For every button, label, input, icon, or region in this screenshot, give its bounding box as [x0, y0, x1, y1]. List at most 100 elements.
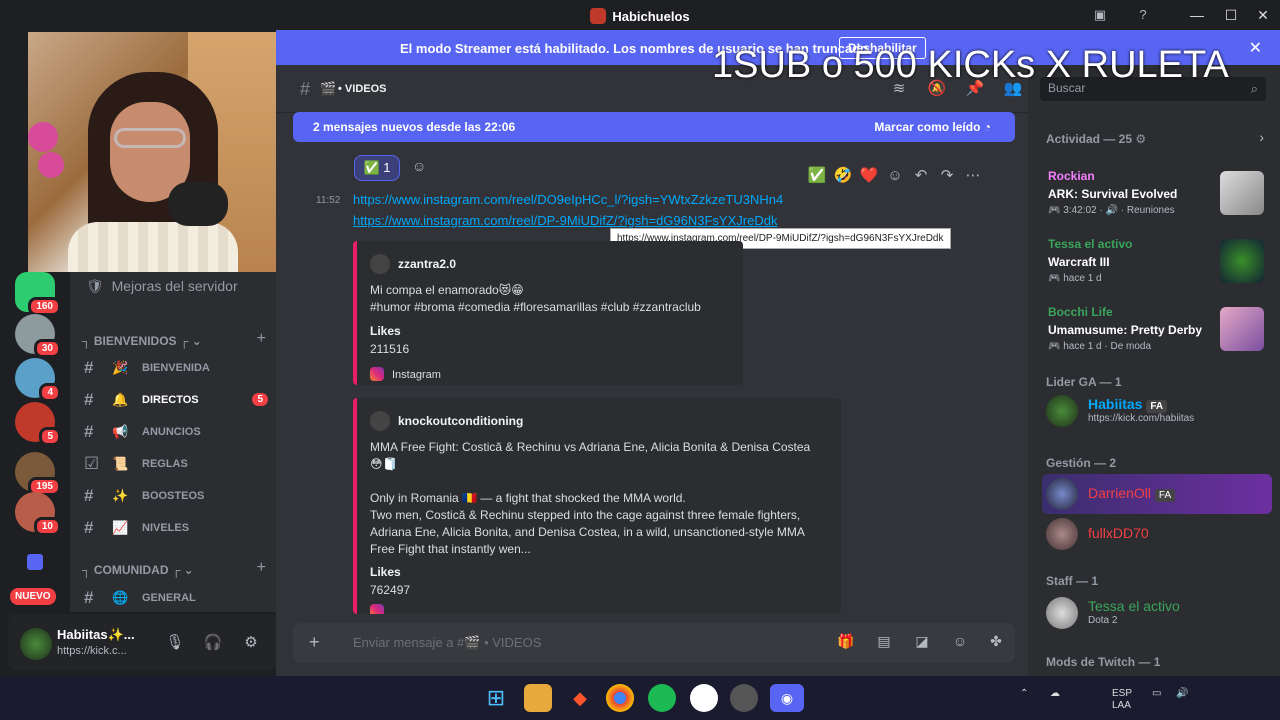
- server-logo-icon: [590, 8, 607, 24]
- server-boosts-link[interactable]: 🛡 Mejoras del servidor: [86, 278, 238, 295]
- emoji-icon[interactable]: ☺: [949, 633, 971, 653]
- brave-browser-icon[interactable]: ◆: [566, 684, 594, 712]
- gear-icon[interactable]: ⚙: [240, 632, 262, 654]
- server-icon[interactable]: 195: [15, 452, 61, 496]
- headphones-icon[interactable]: 🎧: [202, 632, 224, 654]
- help-icon[interactable]: ?: [1133, 6, 1153, 24]
- hash-icon: #: [84, 486, 94, 505]
- role-header: Lider GA — 1: [1046, 375, 1122, 389]
- server-badge: 10: [33, 517, 61, 536]
- forward-icon[interactable]: ↷: [934, 166, 960, 184]
- channel-general[interactable]: # 🌐 GENERAL: [78, 584, 270, 612]
- avatar: [1046, 518, 1078, 550]
- apps-icon[interactable]: ✤: [985, 633, 1007, 653]
- channel-anuncios[interactable]: # 📢 ANUNCIOS: [78, 418, 270, 446]
- embed-author[interactable]: zzantra2.0: [370, 254, 456, 274]
- activity-header[interactable]: Actividad — 25 ⚙: [1046, 132, 1146, 146]
- windows-start-icon[interactable]: ⊞: [482, 684, 510, 712]
- chrome-icon[interactable]: [606, 684, 634, 712]
- unread-badge: 5: [252, 393, 268, 406]
- language-indicator[interactable]: ESP LAA: [1112, 688, 1132, 712]
- maximize-button[interactable]: ☐: [1216, 5, 1246, 25]
- category-bienvenidos[interactable]: ┐ BIENVENIDOS ┌ ⌄: [82, 334, 202, 348]
- member-item[interactable]: fullxDD70: [1046, 514, 1266, 554]
- game-thumbnail: [1220, 307, 1264, 351]
- stream-overlay-text: 1SUB o 500 KICKs X RULETA: [712, 44, 1229, 86]
- embed-author[interactable]: knockoutconditioning: [370, 411, 523, 431]
- instagram-link[interactable]: https://www.instagram.com/reel/DP-9MiUDi…: [353, 213, 777, 228]
- check-reaction-icon[interactable]: ✅: [804, 166, 830, 184]
- spotify-icon[interactable]: [648, 684, 676, 712]
- channel-reglas[interactable]: ☑ 📜 REGLAS: [78, 450, 270, 478]
- volume-icon[interactable]: 🔊: [1176, 688, 1188, 699]
- more-icon[interactable]: ⋯: [960, 166, 986, 184]
- server-badge: 30: [33, 339, 61, 358]
- message-actions: ✅ 🤣 ❤️ ☺ ↶ ↷ ⋯: [804, 166, 1004, 194]
- message-input[interactable]: Enviar mensaje a #🎬 • VIDEOS: [353, 635, 541, 651]
- heart-reaction-icon[interactable]: ❤️: [856, 166, 882, 184]
- hash-icon: #: [84, 422, 94, 441]
- avatar[interactable]: [20, 628, 52, 660]
- new-messages-bar[interactable]: 2 mensajes nuevos desde las 22:06 Marcar…: [293, 112, 1015, 142]
- mark-as-read-button[interactable]: Marcar como leído ◔: [874, 120, 991, 134]
- member-item[interactable]: Tessa el activo Dota 2: [1046, 593, 1266, 633]
- server-badge: 4: [39, 383, 61, 402]
- reaction-pill[interactable]: ✅ 1: [354, 155, 400, 181]
- close-window-button[interactable]: ✕: [1248, 5, 1278, 25]
- user-status: https://kick.c...: [57, 645, 127, 657]
- member-sidebar: Buscar ⌕ Actividad — 25 ⚙ › Rockian ARK: …: [1028, 65, 1280, 676]
- instagram-link[interactable]: https://www.instagram.com/reel/DO9eIpHCc…: [353, 192, 783, 207]
- server-icon[interactable]: 30: [15, 314, 61, 358]
- add-reaction-icon[interactable]: ☺: [882, 167, 908, 184]
- folder-icon[interactable]: [27, 554, 43, 570]
- microphone-icon[interactable]: 🎙: [164, 632, 186, 654]
- clapper-icon: 🎬: [320, 81, 337, 96]
- server-icon[interactable]: 10: [15, 492, 61, 536]
- app-icon[interactable]: [730, 684, 758, 712]
- sticker-icon[interactable]: ◪: [911, 633, 933, 653]
- laugh-reaction-icon[interactable]: 🤣: [830, 166, 856, 184]
- channel-niveles[interactable]: # 📈 NIVELES: [78, 514, 270, 542]
- cloud-icon[interactable]: ☁: [1050, 688, 1060, 699]
- category-comunidad[interactable]: ┐ COMUNIDAD ┌ ⌄: [82, 563, 194, 577]
- add-channel-icon[interactable]: +: [257, 559, 266, 577]
- channel-sidebar: 🛡 Mejoras del servidor ┐ BIENVENIDOS ┌ ⌄…: [70, 272, 276, 612]
- avatar: [1046, 395, 1078, 427]
- add-reaction-icon[interactable]: ☺: [412, 158, 432, 178]
- obs-icon[interactable]: [690, 684, 718, 712]
- server-icon[interactable]: 5: [15, 402, 61, 446]
- chevron-up-icon[interactable]: ⌃: [1020, 688, 1028, 699]
- minimize-button[interactable]: —: [1182, 5, 1212, 25]
- discord-icon[interactable]: ◉: [770, 684, 804, 712]
- hash-icon: #: [300, 79, 311, 99]
- game-thumbnail: [1220, 171, 1264, 215]
- taskbar: ⊞ ◆ ◉ ⌃ ☁ ESP LAA ▭ 🔊: [0, 676, 1280, 720]
- close-banner-icon[interactable]: ✕: [1249, 38, 1262, 58]
- server-icon[interactable]: 160: [15, 272, 61, 316]
- activity-card[interactable]: Bocchi Life Umamusume: Pretty Derby 🎮 ha…: [1038, 299, 1272, 359]
- network-icon[interactable]: ▭: [1152, 688, 1161, 699]
- title-bar: Habichuelos ▣ ? — ☐ ✕: [0, 0, 1280, 30]
- reply-icon[interactable]: ↶: [908, 166, 934, 184]
- file-explorer-icon[interactable]: [524, 684, 552, 712]
- username[interactable]: Habiitas✨...: [57, 627, 135, 643]
- channel-bienvenida[interactable]: # 🎉 BIENVENIDA: [78, 354, 270, 382]
- member-item[interactable]: DarrienOll FA: [1042, 474, 1272, 514]
- server-icon[interactable]: 4: [15, 358, 61, 402]
- avatar: [370, 254, 390, 274]
- gif-icon[interactable]: ▤: [873, 633, 895, 653]
- inbox-icon[interactable]: ▣: [1090, 6, 1110, 24]
- gift-icon[interactable]: 🎁: [835, 633, 857, 653]
- channel-directos[interactable]: # 🔔 DIRECTOS 5: [78, 386, 270, 414]
- activity-card[interactable]: Rockian ARK: Survival Evolved 🎮 3:42:02 …: [1038, 163, 1272, 223]
- chevron-right-icon[interactable]: ›: [1259, 129, 1264, 145]
- activity-card[interactable]: Tessa el activo Warcraft III 🎮 hace 1 d: [1038, 231, 1272, 291]
- avatar: [1046, 597, 1078, 629]
- member-item[interactable]: Habiitas FA https://kick.com/habiitas: [1046, 391, 1266, 431]
- chat-area: # 🎬 • VIDEOS ≋ 🔕 📌 👥 2 mensajes nuevos d…: [276, 65, 1028, 676]
- channel-boosteos[interactable]: # ✨ BOOSTEOS: [78, 482, 270, 510]
- hash-icon: #: [84, 358, 94, 377]
- add-channel-icon[interactable]: +: [257, 330, 266, 348]
- add-attachment-icon[interactable]: +: [309, 632, 320, 653]
- microphone-icon: [168, 182, 228, 226]
